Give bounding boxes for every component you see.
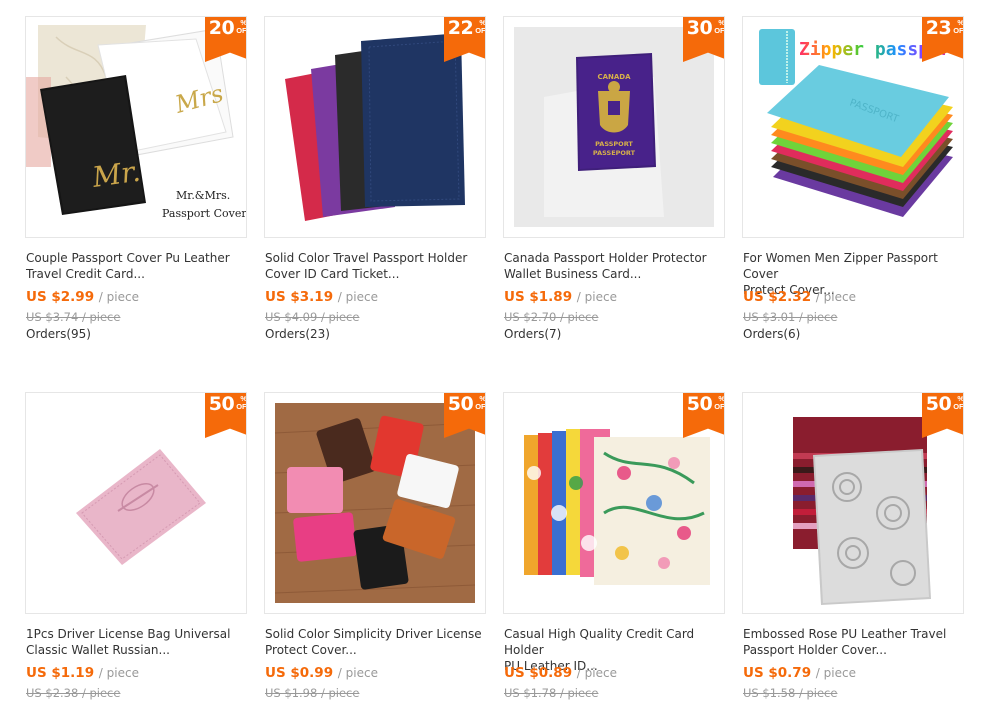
sale-price: US $3.19 / piece (265, 289, 378, 305)
discount-value: 50 (686, 393, 713, 415)
title-line-1: Casual High Quality Credit Card Holder (504, 627, 695, 657)
canada-text: CANADA (597, 73, 631, 81)
price-unit: / piece (815, 290, 856, 304)
off-label: OFF (475, 26, 486, 35)
product-image[interactable]: 50 %OFF (264, 392, 486, 614)
price-unit: / piece (576, 666, 617, 680)
discount-value: 20 (208, 17, 235, 39)
off-label: OFF (714, 26, 725, 35)
title-line-2: Passport Holder Cover... (743, 643, 887, 657)
price-unit: / piece (337, 290, 378, 304)
original-price: US $1.58 / piece (743, 686, 838, 700)
title-line-2: Protect Cover... (265, 643, 357, 657)
product-title[interactable]: Canada Passport Holder Protector Wallet B… (504, 250, 728, 282)
sale-price: US $1.89 / piece (504, 289, 617, 305)
original-price: US $2.70 / piece (504, 310, 599, 324)
title-line-2: Classic Wallet Russian... (26, 643, 170, 657)
sale-price: US $0.99 / piece (265, 665, 378, 681)
price-value: US $2.32 (743, 289, 812, 305)
off-label: OFF (475, 402, 486, 411)
sale-price: US $2.99 / piece (26, 289, 139, 305)
original-price: US $1.98 / piece (265, 686, 360, 700)
title-line-1: Solid Color Simplicity Driver License (265, 627, 482, 641)
sale-price: US $0.89 / piece (504, 665, 617, 681)
title-line-2: Travel Credit Card... (26, 267, 145, 281)
title-line-1: 1Pcs Driver License Bag Universal (26, 627, 231, 641)
original-price: US $2.38 / piece (26, 686, 121, 700)
off-label: OFF (236, 26, 247, 35)
image-caption-2: Passport Cover (162, 207, 246, 220)
price-value: US $1.19 (26, 665, 95, 681)
discount-value: 22 (447, 17, 474, 39)
price-unit: / piece (98, 666, 139, 680)
price-value: US $0.79 (743, 665, 812, 681)
sale-price: US $1.19 / piece (26, 665, 139, 681)
title-line-1: Embossed Rose PU Leather Travel (743, 627, 947, 641)
product-image[interactable]: CANADA PASSPORT PASSEPORT 30 %OFF (503, 16, 725, 238)
original-price: US $3.74 / piece (26, 310, 121, 324)
off-label: OFF (953, 26, 964, 35)
passeport-text: PASSEPORT (593, 149, 636, 157)
discount-value: 23 (925, 17, 952, 39)
discount-value: 50 (925, 393, 952, 415)
product-image[interactable]: 50 %OFF (25, 392, 247, 614)
title-line-1: Solid Color Travel Passport Holder (265, 251, 468, 265)
price-value: US $0.89 (504, 665, 573, 681)
price-unit: / piece (337, 666, 378, 680)
sale-price: US $2.32 / piece (743, 289, 856, 305)
sale-price: US $0.79 / piece (743, 665, 856, 681)
mr-script-text: Mr. (89, 155, 142, 194)
title-line-1: For Women Men Zipper Passport Cover (743, 251, 938, 281)
original-price: US $1.78 / piece (504, 686, 599, 700)
image-caption-1: Mr.&Mrs. (176, 189, 230, 202)
product-image[interactable]: 50 %OFF (503, 392, 725, 614)
off-label: OFF (236, 402, 247, 411)
passport-text: PASSPORT (595, 140, 633, 148)
discount-value: 50 (447, 393, 474, 415)
product-image[interactable]: Zipper passport PASSPORT 23 %OFF (742, 16, 964, 238)
original-price: US $3.01 / piece (743, 310, 838, 324)
price-unit: / piece (815, 666, 856, 680)
price-value: US $3.19 (265, 289, 334, 305)
product-title[interactable]: Couple Passport Cover Pu Leather Travel C… (26, 250, 250, 282)
product-title[interactable]: Solid Color Travel Passport Holder Cover … (265, 250, 489, 282)
price-value: US $1.89 (504, 289, 573, 305)
title-line-1: Canada Passport Holder Protector (504, 251, 707, 265)
order-count: Orders(95) (26, 327, 91, 341)
product-image[interactable]: 22 %OFF (264, 16, 486, 238)
price-value: US $0.99 (265, 665, 334, 681)
original-price: US $4.09 / piece (265, 310, 360, 324)
price-value: US $2.99 (26, 289, 95, 305)
product-image[interactable]: Mrs Mr. Mr.&Mrs. Passport Cover 20 %OFF (25, 16, 247, 238)
price-unit: / piece (576, 290, 617, 304)
product-title[interactable]: Solid Color Simplicity Driver License Pro… (265, 626, 489, 658)
order-count: Orders(7) (504, 327, 562, 341)
product-title[interactable]: Embossed Rose PU Leather Travel Passport … (743, 626, 967, 658)
order-count: Orders(23) (265, 327, 330, 341)
title-line-1: Couple Passport Cover Pu Leather (26, 251, 230, 265)
price-unit: / piece (98, 290, 139, 304)
title-line-2: Wallet Business Card... (504, 267, 642, 281)
product-image[interactable]: 50 %OFF (742, 392, 964, 614)
order-count: Orders(6) (743, 327, 801, 341)
off-label: OFF (714, 402, 725, 411)
title-line-2: Cover ID Card Ticket... (265, 267, 400, 281)
discount-value: 50 (208, 393, 235, 415)
product-title[interactable]: 1Pcs Driver License Bag Universal Classic… (26, 626, 250, 658)
discount-value: 30 (686, 17, 713, 39)
off-label: OFF (953, 402, 964, 411)
